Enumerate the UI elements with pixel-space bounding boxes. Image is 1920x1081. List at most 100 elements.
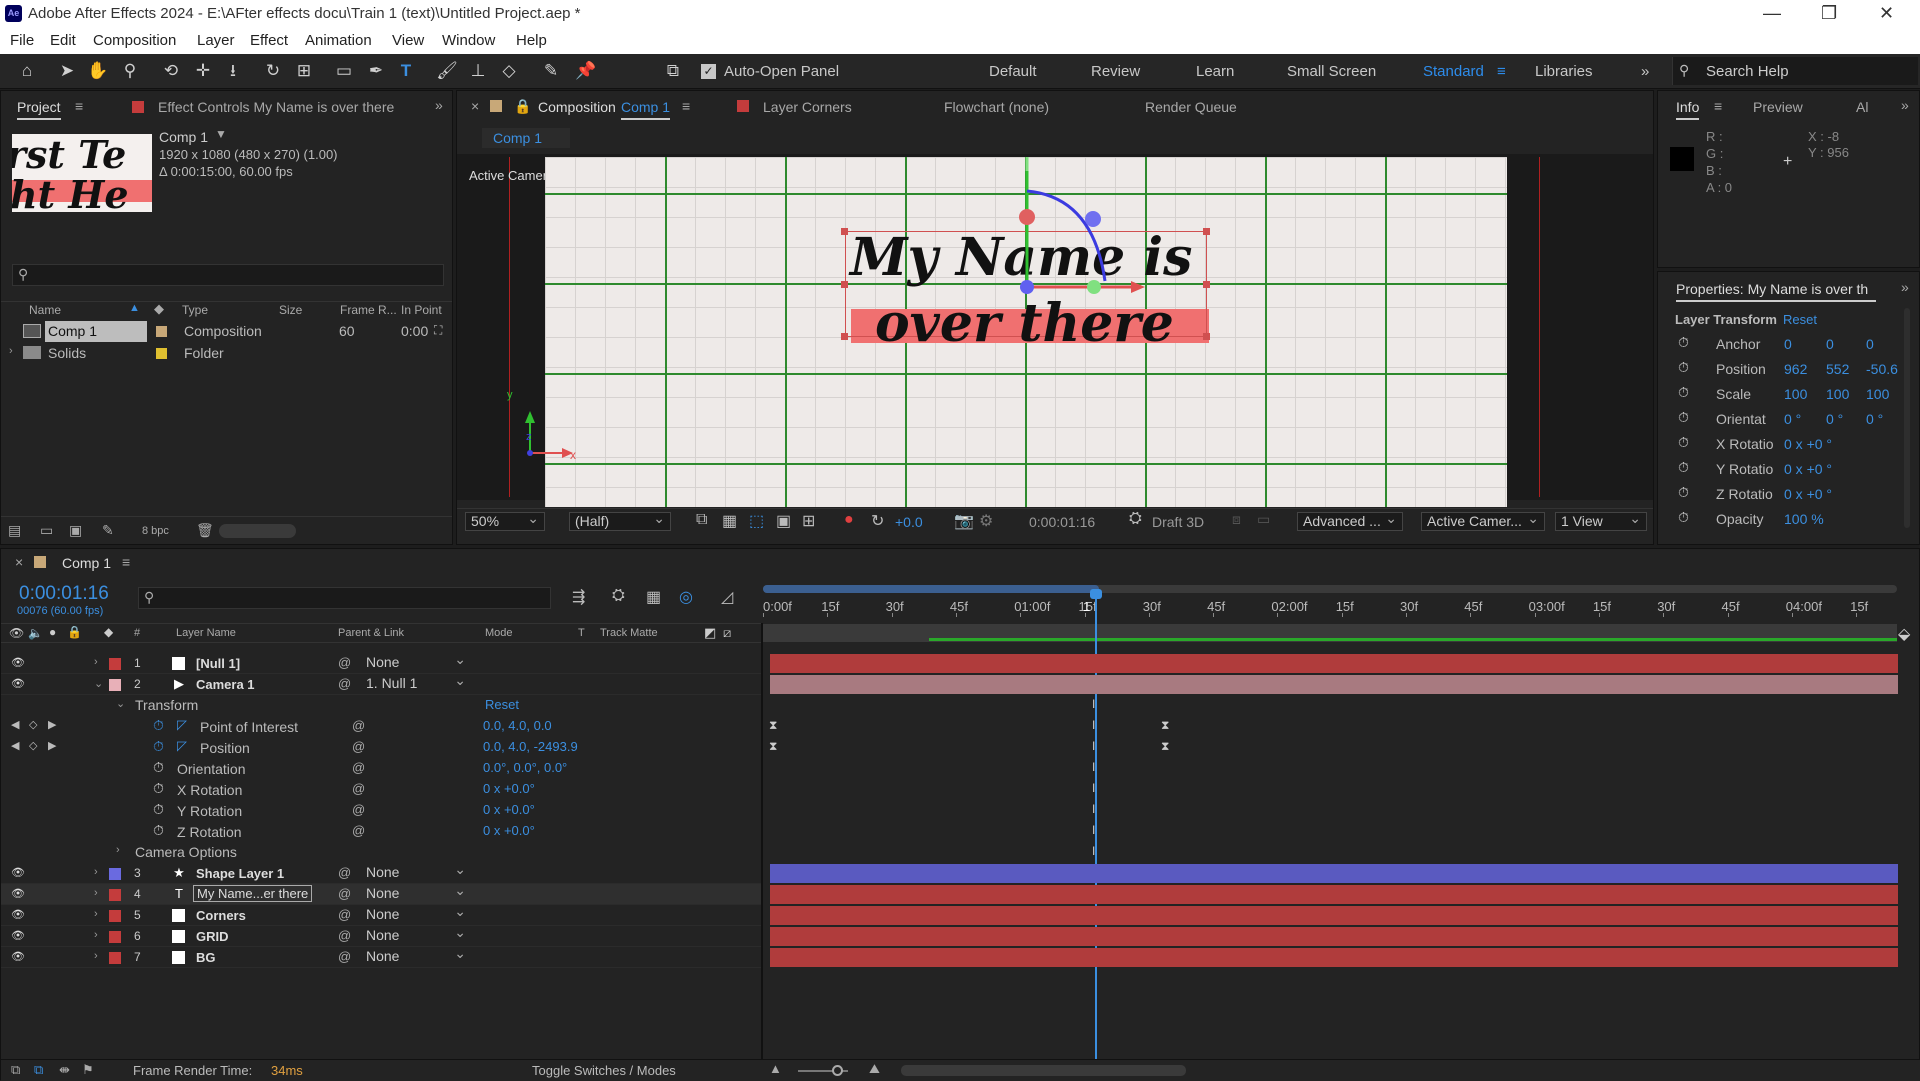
property-value[interactable]: 0 xyxy=(1866,336,1874,352)
expand-chevron-icon[interactable]: › xyxy=(94,950,98,962)
property-value[interactable]: 100 xyxy=(1784,386,1807,402)
eye-icon[interactable]: 👁 xyxy=(11,656,25,669)
property-value[interactable]: 100 xyxy=(1826,386,1849,402)
eye-icon[interactable]: 👁 xyxy=(11,929,25,942)
keyframe-marker[interactable]: I xyxy=(1092,739,1095,753)
layer-label-swatch[interactable] xyxy=(109,889,121,901)
pick-whip-icon[interactable]: @ xyxy=(338,865,351,880)
close-tab-icon[interactable]: × xyxy=(15,554,23,570)
property-value[interactable]: 962 xyxy=(1784,361,1807,377)
exposure-value[interactable]: +0.0 xyxy=(895,514,923,530)
property-value[interactable]: -50.6 xyxy=(1866,361,1898,377)
tab-effect-controls[interactable]: Effect Controls My Name is over there xyxy=(158,99,394,115)
search-help-box[interactable]: ⚲ Search Help xyxy=(1672,57,1918,85)
adjust-icon[interactable]: ✎ xyxy=(102,522,114,539)
layer-duration-bar[interactable] xyxy=(770,654,1898,673)
composition-frame[interactable]: My Name is over there xyxy=(545,157,1507,507)
stopwatch-icon[interactable]: ⏱ xyxy=(153,780,164,797)
layer-label-swatch[interactable] xyxy=(109,910,121,922)
add-keyframe-icon[interactable]: ◇ xyxy=(29,739,37,752)
keyframe-marker[interactable]: I xyxy=(1092,844,1095,858)
eye-icon[interactable]: 👁 xyxy=(11,677,25,690)
snapshot-region-icon[interactable]: ⧉ xyxy=(696,511,707,529)
region-of-interest-icon[interactable]: ▣ xyxy=(776,511,791,531)
pick-whip-icon[interactable]: @ xyxy=(338,655,351,670)
pick-whip-icon[interactable]: @ xyxy=(338,928,351,943)
properties-reset-link[interactable]: Reset xyxy=(1783,312,1817,327)
draft-3d-icon[interactable]: ⛭ xyxy=(1129,510,1142,528)
zoom-in-icon[interactable]: ⛰ xyxy=(869,1061,880,1077)
stopwatch-icon[interactable]: ⏱ xyxy=(153,738,164,755)
keyframe-icon[interactable]: ⧗ xyxy=(1161,718,1169,733)
viewer-timecode[interactable]: 0:00:01:16 xyxy=(1029,514,1095,530)
prev-keyframe-icon[interactable]: ◀ xyxy=(11,718,19,731)
keyframe-marker[interactable]: I xyxy=(1092,718,1095,732)
menu-view[interactable]: View xyxy=(392,32,424,49)
workspace-learn[interactable]: Learn xyxy=(1196,63,1234,80)
timeline-timecode[interactable]: 0:00:01:16 xyxy=(19,583,109,605)
workspace-menu-icon[interactable]: ≡ xyxy=(1497,63,1506,80)
tab-align[interactable]: Al xyxy=(1856,99,1868,115)
layer-row[interactable]: 👁 › 3 ★ Shape Layer 1 @ None xyxy=(1,861,761,884)
layer-row[interactable]: 👁 › 6 GRID @ None xyxy=(1,924,761,947)
timeline-scrollbar[interactable] xyxy=(901,1065,1186,1076)
expand-chevron-icon[interactable]: › xyxy=(94,887,98,899)
property-row[interactable]: ⏱ X Rotation @ 0 x +0.0° xyxy=(1,779,761,800)
extended-viewer-icon[interactable]: ▭ xyxy=(1257,511,1270,528)
menu-effect[interactable]: Effect xyxy=(250,32,288,49)
property-row[interactable]: ⏱ Orientation @ 0.0°, 0.0°, 0.0° xyxy=(1,758,761,779)
layer-duration-bar[interactable] xyxy=(770,906,1898,925)
next-keyframe-icon[interactable]: ▶ xyxy=(48,718,56,731)
workspace-default[interactable]: Default xyxy=(989,63,1037,80)
stopwatch-icon[interactable]: ⏱ xyxy=(153,759,164,776)
brush-tool-icon[interactable]: 🖌 xyxy=(436,60,458,82)
project-search-input[interactable]: ⚲ xyxy=(12,264,444,286)
workspace-overflow-icon[interactable]: » xyxy=(1641,63,1649,80)
keyframe-marker[interactable]: I xyxy=(1092,781,1095,795)
restore-icon[interactable]: ❐ xyxy=(1821,3,1837,24)
property-row[interactable]: ⏱ Y Rotation @ 0 x +0.0° xyxy=(1,800,761,821)
property-value[interactable]: 552 xyxy=(1826,361,1849,377)
property-value[interactable]: 0 ° xyxy=(1866,411,1883,427)
switches-icon[interactable]: ◩ xyxy=(704,625,716,641)
clone-stamp-icon[interactable]: ⊥ xyxy=(467,60,489,82)
time-ruler[interactable]: 0:00f 15f 30f 45f 01:00f 15f 30f 45f 02:00f 15f 30… xyxy=(763,597,1897,617)
expand-chevron-icon[interactable]: › xyxy=(94,656,98,668)
rotation-tool-icon[interactable]: ↻ xyxy=(262,60,284,82)
property-value[interactable]: 0 x +0 ° xyxy=(1784,436,1832,452)
parent-dropdown[interactable]: 1. Null 1 xyxy=(361,672,471,694)
snapping-icon[interactable]: ⧉ xyxy=(662,60,684,82)
property-value[interactable]: 0 x +0.0° xyxy=(483,802,535,817)
pick-whip-icon[interactable]: @ xyxy=(338,886,351,901)
property-value[interactable]: 0 xyxy=(1784,336,1792,352)
eye-header-icon[interactable]: 👁 xyxy=(9,626,24,640)
layer-label-swatch[interactable] xyxy=(109,679,121,691)
grid-guides-icon[interactable]: ⊞ xyxy=(802,511,815,531)
layer-label-swatch[interactable] xyxy=(109,931,121,943)
renderer-dropdown[interactable]: Advanced ... xyxy=(1297,510,1403,531)
in-out-icon[interactable]: ⇼ xyxy=(59,1062,70,1078)
menu-edit[interactable]: Edit xyxy=(50,32,76,49)
panel-overflow-icon[interactable]: » xyxy=(435,97,443,113)
expand-chevron-icon[interactable]: ⌄ xyxy=(94,677,103,690)
reset-exposure-icon[interactable]: ↻ xyxy=(871,511,884,531)
parent-dropdown[interactable]: None xyxy=(361,924,471,946)
property-row[interactable]: ⏱ Z Rotation @ 0 x +0.0° xyxy=(1,821,761,842)
property-value[interactable]: 100 xyxy=(1866,386,1889,402)
hand-tool-icon[interactable]: ✋ xyxy=(87,60,109,82)
draft-3d-toggle-icon[interactable]: ⛭ xyxy=(612,587,625,605)
comp-mini-flowchart-icon[interactable]: ⇶ xyxy=(572,587,585,607)
keyframe-marker[interactable]: I xyxy=(1092,823,1095,837)
expand-chevron-icon[interactable]: › xyxy=(116,844,120,856)
col-type[interactable]: Type xyxy=(182,303,208,317)
stopwatch-icon[interactable]: ⏱ xyxy=(1678,484,1689,501)
property-row[interactable]: ◀ ◇ ▶ ⏱ ◸ Position @ 0.0, 4.0, -2493.9 xyxy=(1,737,761,758)
eye-icon[interactable]: 👁 xyxy=(11,866,25,879)
menu-composition[interactable]: Composition xyxy=(93,32,176,49)
layer-row[interactable]: 👁 ⌄ 2 ▶ Camera 1 @ 1. Null 1 xyxy=(1,672,761,695)
list-item[interactable]: Comp 1 Composition 60 0:00 ⛶ xyxy=(1,321,452,342)
rectangle-tool-icon[interactable]: ▭ xyxy=(333,60,355,82)
layer-duration-bar[interactable] xyxy=(770,675,1898,694)
list-item[interactable]: › Solids Folder xyxy=(1,343,452,364)
property-value[interactable]: 0 x +0.0° xyxy=(483,781,535,796)
